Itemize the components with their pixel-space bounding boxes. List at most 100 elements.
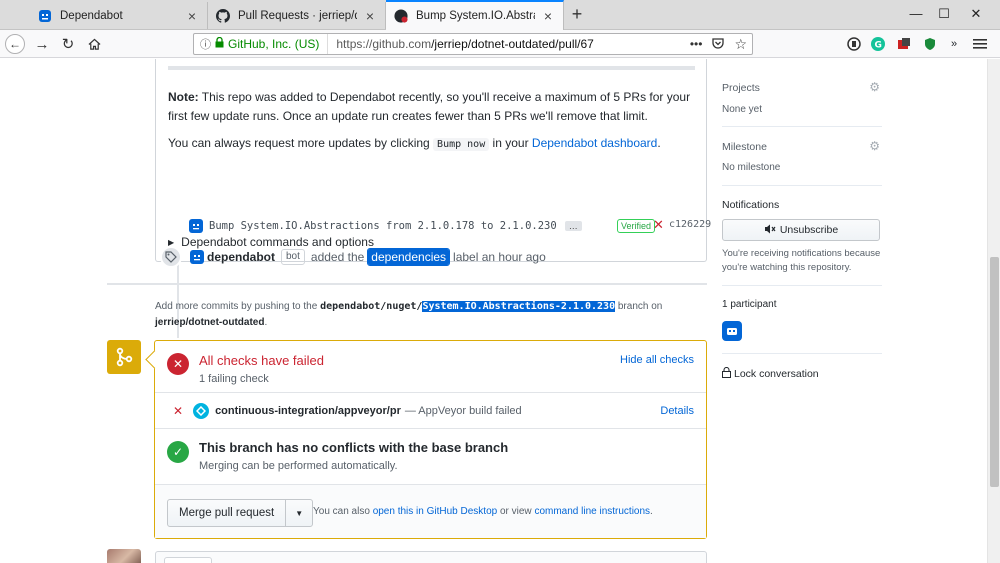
repo-name: jerriep/dotnet-outdated — [155, 317, 265, 328]
scrollbar-thumb[interactable] — [990, 257, 999, 487]
open-in-desktop-link[interactable]: open this in GitHub Desktop — [373, 506, 498, 517]
navigation-toolbar: ← → ↻ ⓘ GitHub, Inc. (US) https://github… — [0, 30, 1000, 58]
lock-conversation-label: Lock conversation — [734, 368, 819, 380]
close-window-button[interactable]: ✕ — [966, 6, 986, 22]
close-tab-icon[interactable]: × — [363, 8, 377, 24]
commit-ellipsis-button[interactable]: … — [564, 221, 582, 231]
user-avatar[interactable] — [107, 549, 141, 563]
bump-now-code: Bump now — [433, 138, 490, 151]
check-list: ✕ continuous-integration/appveyor/pr — A… — [155, 393, 706, 429]
forward-arrow-icon[interactable]: → — [32, 34, 52, 54]
request-text: . — [657, 136, 661, 150]
dependencies-label[interactable]: dependencies — [367, 248, 451, 266]
tab-title: Bump System.IO.Abstractions f — [416, 10, 535, 22]
participant-avatar[interactable] — [722, 321, 742, 341]
hide-all-checks-link[interactable]: Hide all checks — [620, 354, 694, 366]
merge-pull-request-button[interactable]: Merge pull request — [168, 500, 287, 526]
close-tab-icon[interactable]: × — [541, 8, 555, 24]
github-failing-icon — [394, 9, 408, 23]
projects-heading[interactable]: Projects — [722, 82, 760, 94]
event-action-text: added the — [310, 250, 365, 264]
note-text: This repo was added to Dependabot recent… — [168, 90, 691, 123]
tag-icon — [160, 246, 182, 268]
command-line-instructions-link[interactable]: command line instructions — [534, 506, 650, 517]
site-identity[interactable]: ⓘ GitHub, Inc. (US) — [194, 34, 329, 54]
horizontal-rule — [168, 66, 695, 70]
page-actions-icon[interactable]: ••• — [685, 37, 708, 51]
pocket-icon[interactable] — [707, 37, 729, 52]
request-text: in your — [489, 136, 532, 150]
bookmark-star-icon[interactable]: ☆ — [729, 36, 752, 53]
info-icon: ⓘ — [200, 39, 211, 51]
reload-icon[interactable]: ↻ — [58, 34, 78, 54]
commit-sha-link[interactable]: c126229 — [669, 219, 711, 230]
url-text[interactable]: https://github.com/jerriep/dotnet-outdat… — [328, 37, 684, 51]
check-item: ✕ continuous-integration/appveyor/pr — A… — [155, 393, 706, 428]
page-scrollbar[interactable] — [987, 59, 1000, 563]
merge-method-dropdown[interactable]: ▼ — [286, 500, 312, 526]
back-arrow-icon[interactable]: ← — [5, 34, 25, 54]
checks-title: All checks have failed — [199, 353, 325, 368]
lock-icon — [215, 36, 224, 51]
merge-actions: Merge pull request ▼ You can also open t… — [155, 484, 706, 538]
merge-status-box: ✕ All checks have failed 1 failing check… — [154, 340, 707, 539]
write-tab[interactable] — [164, 557, 212, 563]
verified-badge[interactable]: Verified — [617, 219, 656, 233]
participants-heading: 1 participant — [722, 299, 777, 310]
tab-bump-pr[interactable]: Bump System.IO.Abstractions f × — [386, 0, 564, 30]
minimize-button[interactable]: — — [906, 6, 926, 21]
success-check-icon: ✓ — [167, 441, 189, 463]
also-text: or view — [497, 506, 535, 517]
projects-value: None yet — [722, 104, 763, 115]
checks-subtitle: 1 failing check — [199, 373, 269, 385]
new-tab-button[interactable]: + — [567, 4, 587, 24]
commit-message[interactable]: Bump System.IO.Abstractions from 2.1.0.1… — [209, 220, 557, 232]
timeline-divider — [107, 283, 707, 285]
shield-icon[interactable] — [846, 36, 862, 52]
push-note-text: branch on — [615, 301, 663, 312]
ublock-icon[interactable] — [922, 36, 938, 52]
github-icon — [216, 8, 230, 23]
branch-name[interactable]: dependabot/nuget/System.IO.Abstractions-… — [320, 301, 616, 312]
sidebar-projects: Projects ⚙ None yet — [722, 59, 882, 127]
extension-icon[interactable] — [896, 36, 912, 52]
svg-text:G: G — [875, 41, 882, 51]
check-details-link[interactable]: Details — [660, 405, 694, 417]
dependabot-avatar[interactable] — [189, 219, 203, 233]
also-text: You can also — [313, 506, 373, 517]
appveyor-icon — [193, 402, 210, 419]
unsubscribe-button[interactable]: Unsubscribe — [722, 219, 880, 241]
commit-status-fail-icon[interactable]: ✕ — [653, 218, 664, 232]
note-paragraph: Note: This repo was added to Dependabot … — [168, 88, 698, 126]
failure-x-icon: ✕ — [167, 353, 189, 375]
menu-icon[interactable] — [972, 36, 988, 52]
home-icon[interactable] — [84, 34, 104, 54]
gear-icon[interactable]: ⚙ — [869, 80, 880, 94]
lock-icon — [722, 366, 731, 381]
push-note-text: Add more commits by pushing to the — [155, 301, 321, 312]
grammarly-icon[interactable]: G — [870, 36, 886, 52]
event-author-link[interactable]: dependabot — [207, 250, 275, 264]
lock-conversation-link[interactable]: Lock conversation — [722, 366, 819, 381]
conflicts-section: ✓ This branch has no conflicts with the … — [155, 429, 706, 484]
dependabot-dashboard-link[interactable]: Dependabot dashboard — [532, 136, 657, 150]
tab-pull-requests[interactable]: Pull Requests · jerriep/dotnet-o × — [208, 2, 386, 29]
dependabot-icon — [38, 9, 52, 23]
address-bar[interactable]: ⓘ GitHub, Inc. (US) https://github.com/j… — [193, 33, 753, 55]
overflow-chevron-icon[interactable]: » — [946, 36, 962, 52]
request-text: You can always request more updates by c… — [168, 136, 434, 150]
label-event: dependabot bot added the dependencies la… — [160, 246, 546, 268]
sidebar-milestone: Milestone ⚙ No milestone — [722, 127, 882, 186]
tab-dependabot[interactable]: Dependabot × — [30, 2, 208, 29]
maximize-button[interactable]: ☐ — [934, 6, 954, 22]
dependabot-avatar[interactable] — [190, 250, 204, 264]
milestone-heading[interactable]: Milestone — [722, 141, 767, 153]
unsubscribe-label: Unsubscribe — [779, 224, 839, 236]
check-failed-icon: ✕ — [173, 403, 184, 418]
url-path: /jerriep/dotnet-outdated/pull/67 — [431, 37, 594, 51]
url-origin: https://github.com — [336, 37, 432, 51]
merge-button-group: Merge pull request ▼ — [167, 499, 314, 527]
close-tab-icon[interactable]: × — [185, 8, 199, 24]
gear-icon[interactable]: ⚙ — [869, 139, 880, 153]
also-text: . — [650, 506, 653, 517]
